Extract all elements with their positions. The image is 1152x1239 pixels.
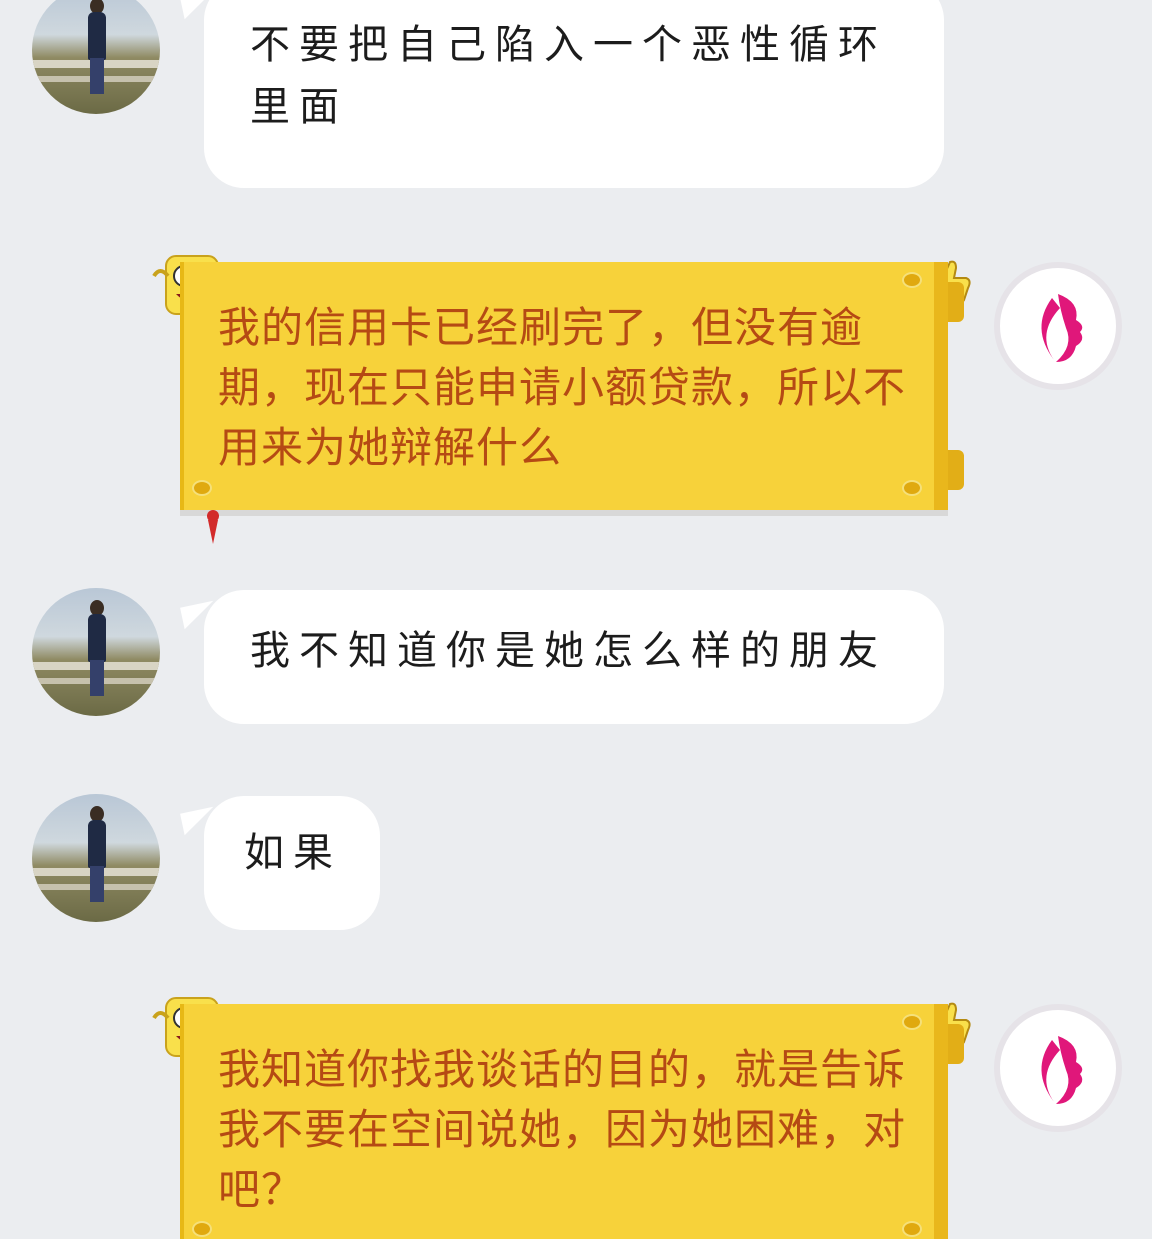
incoming-message-bubble[interactable]: 我不知道你是她怎么样的朋友 [204,590,944,724]
outgoing-message-bubble[interactable]: 我的信用卡已经刷完了，但没有逾期，现在只能申请小额贷款，所以不用来为她辩解什么 [180,262,964,510]
chat-thread: 不要把自己陷入一个恶性循环里面 我的信用卡已经刷完了，但没有逾期，现在只能申请小… [0,0,1152,1239]
sender-avatar[interactable] [32,794,160,922]
recipient-avatar[interactable] [994,262,1122,390]
sender-avatar[interactable] [32,0,160,114]
message-text: 我知道你找我谈话的目的，就是告诉我不要在空间说她，因为她困难，对吧？ [218,1045,907,1214]
brand-logo-icon [1041,1036,1083,1104]
recipient-avatar[interactable] [994,1004,1122,1132]
message-text: 我不知道你是她怎么样的朋友 [250,628,887,674]
incoming-message-bubble[interactable]: 不要把自己陷入一个恶性循环里面 [204,0,944,188]
message-text: 如果 [244,830,342,876]
sender-avatar[interactable] [32,588,160,716]
brand-logo-icon [1041,294,1083,362]
tassel-icon [207,510,219,544]
incoming-message-bubble[interactable]: 如果 [204,796,380,930]
message-text: 我的信用卡已经刷完了，但没有逾期，现在只能申请小额贷款，所以不用来为她辩解什么 [218,303,907,472]
outgoing-message-bubble[interactable]: 我知道你找我谈话的目的，就是告诉我不要在空间说她，因为她困难，对吧？ [180,1004,964,1239]
message-text: 不要把自己陷入一个恶性循环里面 [250,22,887,130]
